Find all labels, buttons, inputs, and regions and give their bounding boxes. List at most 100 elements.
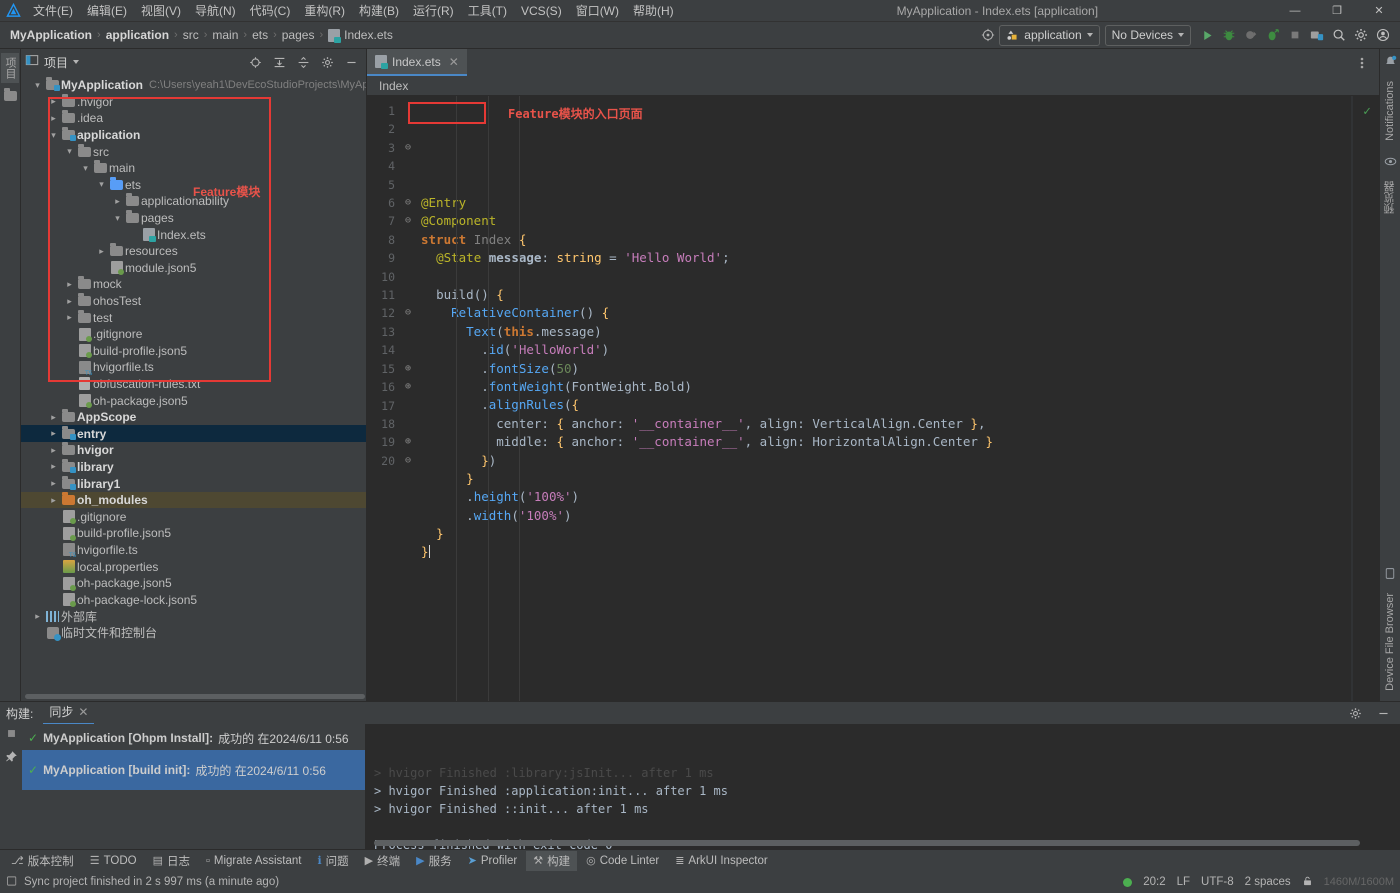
build-event-item[interactable]: ✓MyApplication [Ohpm Install]:成功的 在2024/… [22,726,365,750]
fold-toggle-icon[interactable]: ⊕ [399,433,417,451]
code-line[interactable]: struct Index { [421,231,1351,249]
tool-window-button-todo[interactable]: ☰TODO [83,852,144,869]
chevron-right-icon[interactable]: ▸ [47,428,60,439]
tree-node-src[interactable]: ▾src [21,143,366,160]
more-options-icon[interactable] [1351,52,1373,74]
tree-node-oh-modules[interactable]: ▸oh_modules [21,492,366,509]
code-line[interactable]: RelativeContainer() { [421,304,1351,322]
code-line[interactable]: center: { anchor: '__container__', align… [421,415,1351,433]
close-icon[interactable]: ✕ [78,705,88,719]
tree-node-[interactable]: 临时文件和控制台 [21,625,366,642]
fold-toggle-icon[interactable]: ⊖ [399,304,417,322]
menu-item-edit[interactable]: 编辑(E) [80,0,134,21]
tree-node-hvigorfile-ts[interactable]: hvigorfile.ts [21,542,366,559]
menu-item-help[interactable]: 帮助(H) [626,0,681,21]
indent-setting[interactable]: 2 spaces [1245,876,1291,888]
inspection-ok-icon[interactable]: ✓ [1363,104,1371,119]
tree-node-application[interactable]: ▾application [21,127,366,144]
tree-node-hvigor[interactable]: ▸hvigor [21,442,366,459]
tree-node-ets[interactable]: ▾ets [21,177,366,194]
tree-node-build-profile-json5[interactable]: build-profile.json5 [21,343,366,360]
fold-toggle-icon[interactable]: ⊖ [399,212,417,230]
code-line[interactable]: } [421,543,1351,561]
build-panel-tab-sync[interactable]: 同步 ✕ [43,701,94,725]
notifications-rail-icon[interactable] [1384,55,1397,71]
chevron-right-icon[interactable]: ▸ [47,478,60,489]
build-log-console[interactable]: > hvigor Finished :library:jsInit... aft… [366,724,1400,849]
breadcrumb-item-main[interactable]: main [208,27,242,43]
chevron-down-icon[interactable]: ▾ [95,179,108,190]
left-rail-project-tab[interactable]: 项目 [1,53,19,83]
tree-node-local-properties[interactable]: local.properties [21,558,366,575]
minimize-icon[interactable] [1372,702,1394,724]
tool-window-button-code-linter[interactable]: ◎Code Linter [579,852,666,869]
device-selector[interactable]: No Devices [1105,25,1191,46]
chevron-right-icon[interactable]: ▸ [111,196,124,207]
stop-icon[interactable] [1284,24,1306,46]
tree-node-ohostest[interactable]: ▸ohosTest [21,293,366,310]
previewer-rail-icon[interactable] [1384,155,1397,171]
chevron-right-icon[interactable]: ▸ [31,611,44,622]
tree-node-module-json5[interactable]: module.json5 [21,260,366,277]
chevron-right-icon[interactable]: ▸ [47,445,60,456]
close-button[interactable]: ✕ [1358,0,1400,22]
tree-node-main[interactable]: ▾main [21,160,366,177]
breadcrumb-item-src[interactable]: src [179,27,203,43]
project-tree[interactable]: ▾MyApplicationC:\Users\yeah1\DevEcoStudi… [21,75,366,701]
debug-icon[interactable] [1218,24,1240,46]
tree-node-entry[interactable]: ▸entry [21,425,366,442]
code-line[interactable]: } [421,525,1351,543]
hide-panel-icon[interactable] [340,51,362,73]
code-line[interactable]: .fontSize(50) [421,360,1351,378]
tree-node-test[interactable]: ▸test [21,309,366,326]
lock-icon[interactable] [1302,875,1313,890]
right-rail-device-file-browser-tab[interactable]: Device File Browser [1383,589,1397,695]
chevron-right-icon[interactable]: ▸ [47,461,60,472]
code-line[interactable]: } [421,470,1351,488]
maximize-button[interactable]: ❐ [1316,0,1358,22]
target-icon[interactable] [977,24,999,46]
code-line[interactable]: @Component [421,212,1351,230]
tree-node-oh-package-json5[interactable]: oh-package.json5 [21,392,366,409]
tool-window-button-arkui-inspector[interactable]: ≣ArkUI Inspector [668,852,774,869]
chevron-down-icon[interactable] [73,60,79,64]
line-separator[interactable]: LF [1177,876,1190,888]
gear-icon[interactable] [316,51,338,73]
profile-icon[interactable] [1262,24,1284,46]
tree-node-mock[interactable]: ▸mock [21,276,366,293]
tree-node-myapplication[interactable]: ▾MyApplicationC:\Users\yeah1\DevEcoStudi… [21,77,366,94]
chevron-right-icon[interactable]: ▸ [63,279,76,290]
device-manager-icon[interactable] [1306,24,1328,46]
tool-window-button-[interactable]: ▤日志 [146,851,197,871]
attach-debugger-icon[interactable] [1240,24,1262,46]
code-line[interactable]: @State message: string = 'Hello World'; [421,249,1351,267]
code-line[interactable]: .height('100%') [421,488,1351,506]
tool-window-button-[interactable]: ▶终端 [358,851,407,871]
account-icon[interactable] [1372,24,1394,46]
chevron-right-icon[interactable]: ▸ [95,246,108,257]
tree-node-build-profile-json5[interactable]: build-profile.json5 [21,525,366,542]
chevron-right-icon[interactable]: ▸ [47,412,60,423]
tool-window-button-[interactable]: ℹ问题 [310,851,355,871]
gear-icon[interactable] [1344,702,1366,724]
menu-item-view[interactable]: 视图(V) [134,0,188,21]
menu-item-run[interactable]: 运行(R) [406,0,461,21]
menu-item-build[interactable]: 构建(B) [352,0,406,21]
chevron-down-icon[interactable]: ▾ [111,213,124,224]
breadcrumb-item-myapplication[interactable]: MyApplication [6,27,96,43]
pin-icon[interactable] [5,750,18,766]
expand-all-icon[interactable] [268,51,290,73]
chevron-right-icon[interactable]: ▸ [47,113,60,124]
tool-window-button-profiler[interactable]: ➤Profiler [461,852,525,869]
tree-node-obfuscation-rules-txt[interactable]: obfuscation-rules.txt [21,376,366,393]
file-encoding[interactable]: UTF-8 [1201,876,1234,888]
code-editor[interactable]: 1234567891011121314151617181920 ⊖ ⊖⊖ ⊖ ⊕… [367,96,1379,701]
build-event-item[interactable]: ✓MyApplication [build init]:成功的 在2024/6/… [22,750,365,790]
tree-node-oh-package-json5[interactable]: oh-package.json5 [21,575,366,592]
code-line[interactable] [421,268,1351,286]
chevron-right-icon[interactable]: ▸ [47,96,60,107]
rerun-icon[interactable] [6,728,17,742]
log-horizontal-scrollbar[interactable] [374,840,1360,846]
chevron-down-icon[interactable]: ▾ [31,80,44,91]
fold-toggle-icon[interactable]: ⊖ [399,452,417,470]
